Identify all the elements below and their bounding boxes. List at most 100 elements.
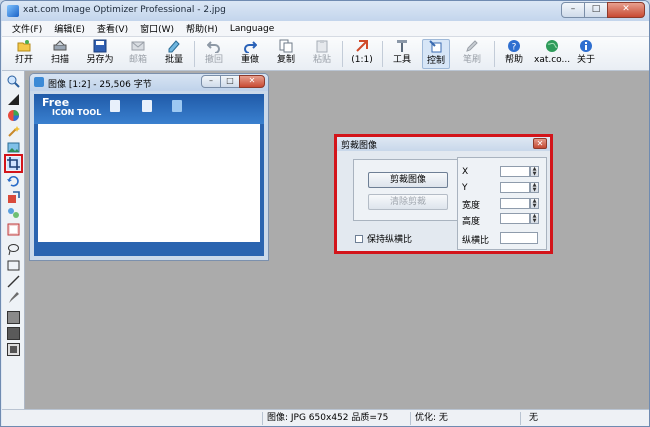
window-controls: – □ ✕ [561,2,645,18]
save-as-button[interactable]: 另存为 [82,39,118,69]
batch-button[interactable]: 批量 [160,39,188,69]
website-button[interactable]: xat.co... [534,39,570,69]
image-document-window[interactable]: 图像 [1:2] - 25,506 字节 – □ ✕ Free ICON TOO… [29,73,269,261]
image-window-titlebar[interactable]: 图像 [1:2] - 25,506 字节 – □ ✕ [30,74,268,91]
status-optimize: 优化: 无 [410,412,520,425]
image-window-title: 图像 [1:2] - 25,506 字节 [48,80,152,90]
redo-button[interactable]: 重做 [236,39,264,69]
line-icon[interactable] [7,275,20,288]
crop-actions-group: 剪裁图像 清除剪裁 [353,159,461,221]
height-input[interactable] [500,213,530,224]
x-input[interactable] [500,166,530,177]
help-icon: ? [508,40,520,53]
image-content-area [38,124,260,242]
crop-dialog-title: 剪裁图像 [341,141,378,151]
scanner-icon [53,40,67,51]
image-canvas[interactable]: Free ICON TOOL [34,94,264,256]
menu-edit[interactable]: 编辑(E) [48,22,91,35]
resize-icon[interactable] [7,191,20,204]
image-close-button[interactable]: ✕ [239,75,265,88]
image-icon[interactable] [7,141,20,154]
y-spinner[interactable]: ▲ ▼ [530,182,539,193]
undo-button[interactable]: 撤回 [200,39,228,69]
x-spinner[interactable]: ▲ ▼ [530,166,539,177]
clear-crop-button[interactable]: 清除剪裁 [368,194,448,210]
crop-dialog: 剪裁图像 ✕ 剪裁图像 清除剪裁 保持纵横比 X ▲ ▼ Y ▲ ▼ 宽度 ▲ ▼ 高… [334,134,553,254]
color-wheel-icon[interactable] [7,109,20,122]
copy-icon [279,39,293,53]
rectangle-icon[interactable] [7,259,20,272]
image-window-icon [34,77,44,87]
menu-file[interactable]: 文件(F) [6,22,48,35]
width-spinner[interactable]: ▲ ▼ [530,198,539,209]
redo-icon [244,41,257,53]
tools-button[interactable]: 工具 [388,39,416,69]
foreground-color-swatch[interactable] [7,311,20,324]
image-maximize-button[interactable]: □ [220,75,240,88]
mask-toggle-icon[interactable] [7,343,20,356]
y-input[interactable] [500,182,530,193]
crop-dialog-titlebar[interactable]: 剪裁图像 ✕ [337,137,550,151]
zoom-1-1-button[interactable]: (1:1) [348,39,376,69]
image-window-controls: – □ ✕ [201,75,265,88]
height-label: 高度 [462,217,481,227]
document-icon [142,100,152,112]
crop-dialog-close-button[interactable]: ✕ [533,138,547,149]
menu-help[interactable]: 帮助(H) [180,22,224,35]
control-icon [429,40,442,53]
paste-button[interactable]: 粘贴 [308,39,336,69]
menu-language[interactable]: Language [224,24,280,34]
app-icon [7,5,19,17]
crop-icon[interactable] [4,154,23,173]
height-spinner[interactable]: ▲ ▼ [530,213,539,224]
background-color-swatch[interactable] [7,327,20,340]
image-banner: Free ICON TOOL [34,94,264,124]
effects-icon[interactable] [7,207,20,220]
width-label: 宽度 [462,201,481,211]
title-bar[interactable]: xat.com Image Optimizer Professional - 2… [1,1,649,21]
menu-view[interactable]: 查看(V) [91,22,134,35]
crop-image-button[interactable]: 剪裁图像 [368,172,448,188]
width-input[interactable] [500,198,530,209]
minimize-button[interactable]: – [561,2,585,18]
maximize-button[interactable]: □ [584,2,608,18]
globe-icon [546,40,558,52]
paint-brush-icon[interactable] [7,291,20,304]
toolbar-separator [194,41,195,67]
toolbar-separator [494,41,495,67]
image-minimize-button[interactable]: – [201,75,221,88]
scan-button[interactable]: 扫描 [46,39,74,69]
magnifier-icon[interactable] [7,75,20,88]
status-image-info: 图像: JPG 650x452 品质=75 [262,412,410,425]
actual-size-icon [356,40,368,52]
batch-icon [168,40,180,53]
x-label: X [462,167,469,177]
copy-button[interactable]: 复制 [272,39,300,69]
app-window: xat.com Image Optimizer Professional - 2… [0,0,650,427]
toolbar: 打开 扫描 另存为 邮箱 批量 撤回 重做 复制 粘贴 (1:1) 工具 控制 … [2,37,649,71]
magic-wand-icon[interactable] [7,125,20,138]
levels-icon[interactable] [7,93,20,106]
checkbox-box[interactable] [355,235,363,243]
arrow-icon [172,100,182,112]
about-button[interactable]: 关于 [572,39,600,69]
menu-bar: 文件(F) 编辑(E) 查看(V) 窗口(W) 帮助(H) Language [2,21,649,37]
control-button[interactable]: 控制 [422,39,450,69]
keep-aspect-ratio-label: 保持纵横比 [367,235,413,245]
aspect-ratio-input[interactable] [500,232,538,244]
save-icon [93,39,107,53]
keep-aspect-ratio-checkbox[interactable]: 保持纵横比 [355,232,412,245]
menu-window[interactable]: 窗口(W) [134,22,180,35]
tool-palette [2,71,25,409]
paste-icon [316,40,328,53]
mail-button[interactable]: 邮箱 [124,39,152,69]
lasso-icon[interactable] [7,243,20,256]
toolbar-separator [382,41,383,67]
rotate-icon[interactable] [7,175,20,188]
close-button[interactable]: ✕ [607,2,645,18]
brush-button[interactable]: 笔刷 [458,39,486,69]
help-button[interactable]: ? 帮助 [500,39,528,69]
frame-icon[interactable] [7,223,20,236]
open-button[interactable]: 打开 [10,39,38,69]
image-footer-strip [34,242,264,256]
